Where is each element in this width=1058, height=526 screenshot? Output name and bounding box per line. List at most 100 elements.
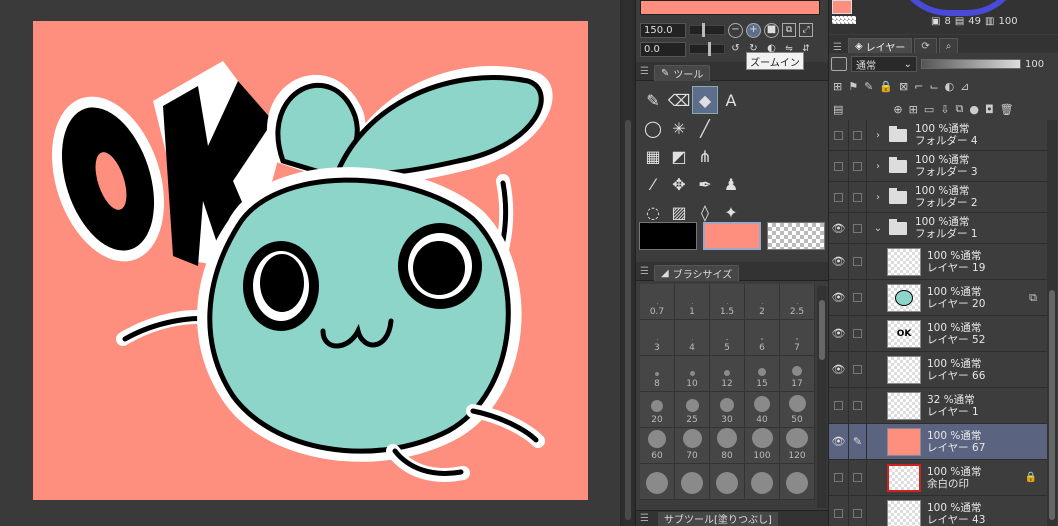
brush-size-cell[interactable]: 50 bbox=[780, 392, 815, 428]
draft-icon[interactable]: ✎ bbox=[864, 80, 873, 93]
tab-layer-property[interactable]: ⟳ bbox=[914, 38, 937, 53]
brush-size-cell[interactable]: 70 bbox=[675, 428, 710, 464]
layer-row[interactable]: 👁 ✎ 100 %通常 レイヤー 67 bbox=[829, 424, 1047, 460]
rotate-slider-knob[interactable] bbox=[708, 42, 711, 56]
mask-create-icon[interactable]: ● bbox=[969, 103, 979, 116]
clip-icon[interactable]: ⌐ bbox=[914, 80, 923, 93]
sub-color-swatch[interactable] bbox=[703, 222, 761, 250]
rotate-slider[interactable] bbox=[689, 42, 725, 56]
canvas-scroll-thumb[interactable] bbox=[625, 120, 631, 520]
tab-search[interactable]: ⌕ bbox=[938, 38, 959, 53]
layer-panel-menu-icon[interactable]: ▤ bbox=[833, 103, 843, 116]
blend-mode-select[interactable]: 通常 ⌄ bbox=[851, 56, 917, 72]
grass-icon[interactable]: ⋔ bbox=[692, 142, 718, 170]
visibility-toggle[interactable] bbox=[829, 182, 849, 212]
brush-size-cell[interactable]: 1 bbox=[675, 284, 710, 320]
trash-icon[interactable]: 🗑 bbox=[1000, 103, 1014, 116]
brush-size-cell[interactable]: 15 bbox=[745, 356, 780, 392]
navigator-preview[interactable] bbox=[640, 0, 820, 15]
brush-size-cell[interactable]: 25 bbox=[675, 392, 710, 428]
fill-icon[interactable]: ◆ bbox=[692, 86, 718, 114]
transparent-color-swatch[interactable] bbox=[767, 222, 825, 250]
brush-size-cell[interactable]: 20 bbox=[640, 392, 675, 428]
lock-transparent-icon[interactable]: ⊠ bbox=[899, 80, 908, 93]
opacity-slider[interactable] bbox=[921, 59, 1021, 69]
tab-tool[interactable]: ✎ ツール bbox=[654, 64, 711, 81]
zoom-slider-knob[interactable] bbox=[702, 23, 705, 37]
merge-icon[interactable]: ⧉ bbox=[955, 102, 963, 116]
chevron-right-icon[interactable]: › bbox=[871, 192, 885, 203]
folder-row[interactable]: › 100 %通常 フォルダー 2 bbox=[829, 182, 1047, 213]
layer-row[interactable]: 100 %通常 レイヤー 43 bbox=[829, 496, 1047, 526]
visibility-toggle[interactable] bbox=[829, 151, 849, 181]
visibility-toggle[interactable] bbox=[829, 120, 849, 150]
layer-scroll-thumb[interactable] bbox=[1049, 290, 1055, 520]
text-icon[interactable]: A bbox=[718, 86, 744, 114]
fit-window-icon[interactable]: ⤢ bbox=[799, 23, 813, 37]
expression-color-box[interactable] bbox=[831, 57, 847, 71]
zoom-out-icon[interactable]: − bbox=[728, 22, 743, 38]
eye-icon[interactable]: 👁 bbox=[829, 352, 849, 387]
layer-row[interactable]: 👁 100 %通常 レイヤー 66 bbox=[829, 352, 1047, 388]
chevron-right-icon[interactable]: › bbox=[871, 130, 885, 141]
menu-icon[interactable]: ☰ bbox=[640, 513, 650, 524]
eraser-icon[interactable]: ⌫ bbox=[666, 86, 692, 114]
mask-icon[interactable]: ⊞ bbox=[833, 80, 842, 93]
brush-size-cell[interactable]: 3 bbox=[640, 320, 675, 356]
eye-icon[interactable]: 👁 bbox=[829, 244, 849, 279]
brush-size-cell[interactable]: 2.5 bbox=[780, 284, 815, 320]
clip-below-icon[interactable]: ⌙ bbox=[929, 80, 938, 93]
blend-icon[interactable]: ♟ bbox=[718, 170, 744, 198]
visibility-toggle[interactable] bbox=[829, 388, 849, 423]
color-wheel[interactable] bbox=[893, 0, 1023, 16]
vector-pen-icon[interactable]: ✒ bbox=[692, 170, 718, 198]
menu-icon[interactable]: ☰ bbox=[833, 42, 842, 53]
layer-checkbox[interactable] bbox=[849, 120, 867, 150]
visibility-toggle[interactable] bbox=[829, 460, 849, 495]
folder-row[interactable]: › 100 %通常 フォルダー 4 bbox=[829, 120, 1047, 151]
brush-scrollbar[interactable] bbox=[817, 286, 827, 508]
layer-checkbox[interactable] bbox=[849, 460, 867, 495]
ruler-icon[interactable]: ⊿ bbox=[960, 80, 969, 93]
magic-wand-icon[interactable]: ✳ bbox=[666, 114, 692, 142]
eye-icon[interactable]: 👁 bbox=[829, 316, 849, 351]
layer-checkbox[interactable] bbox=[849, 244, 867, 279]
layer-checkbox[interactable] bbox=[849, 182, 867, 212]
zoom-input[interactable]: 150.0 bbox=[640, 22, 686, 38]
zoom-slider[interactable] bbox=[689, 23, 725, 37]
chevron-down-icon[interactable]: ⌄ bbox=[871, 223, 885, 234]
layer-scrollbar[interactable] bbox=[1047, 120, 1057, 526]
reference-icon[interactable]: ⚑ bbox=[848, 80, 858, 93]
brush-size-cell[interactable]: 1.5 bbox=[710, 284, 745, 320]
layer-checkbox[interactable] bbox=[849, 352, 867, 387]
brush-size-cell[interactable]: 12 bbox=[710, 356, 745, 392]
layer-checkbox[interactable] bbox=[849, 213, 867, 243]
pen-edit-icon[interactable]: ✎ bbox=[849, 424, 867, 459]
layer-checkbox[interactable] bbox=[849, 280, 867, 315]
brush-size-cell[interactable] bbox=[675, 464, 710, 500]
brush-size-cell[interactable]: 8 bbox=[640, 356, 675, 392]
eye-icon[interactable]: 👁 bbox=[829, 213, 849, 243]
rotate-input[interactable]: 0.0 bbox=[640, 41, 686, 57]
tab-brush-size[interactable]: ◢ ブラシサイズ bbox=[654, 264, 740, 281]
tab-layer[interactable]: ◈ レイヤー bbox=[847, 38, 913, 54]
frame-icon[interactable]: ◩ bbox=[666, 142, 692, 170]
menu-icon[interactable]: ☰ bbox=[640, 66, 650, 77]
layer-row[interactable]: 100 %通常 余白の印 🔒 bbox=[829, 460, 1047, 496]
eye-icon[interactable]: 👁 bbox=[829, 424, 849, 459]
layer-checkbox[interactable] bbox=[849, 316, 867, 351]
folder-row[interactable]: › 100 %通常 フォルダー 3 bbox=[829, 151, 1047, 182]
current-color-swatch[interactable] bbox=[832, 0, 852, 14]
lock-icon[interactable]: 🔒 bbox=[879, 80, 893, 93]
transfer-down-icon[interactable]: ⇩ bbox=[940, 103, 949, 116]
fit-icon[interactable]: ⧉ bbox=[782, 23, 796, 37]
layer-color-icon[interactable]: ◐ bbox=[945, 80, 955, 93]
move-icon[interactable]: ✥ bbox=[666, 170, 692, 198]
rotate-left-icon[interactable]: ↺ bbox=[728, 42, 743, 57]
layer-checkbox[interactable] bbox=[849, 496, 867, 526]
brush-size-cell[interactable]: 5 bbox=[710, 320, 745, 356]
layer-row[interactable]: 👁 100 %通常 レイヤー 20 ⧉ bbox=[829, 280, 1047, 316]
brush-size-cell[interactable]: 0.7 bbox=[640, 284, 675, 320]
visibility-toggle[interactable] bbox=[829, 496, 849, 526]
pen-icon[interactable]: ✎ bbox=[640, 86, 666, 114]
